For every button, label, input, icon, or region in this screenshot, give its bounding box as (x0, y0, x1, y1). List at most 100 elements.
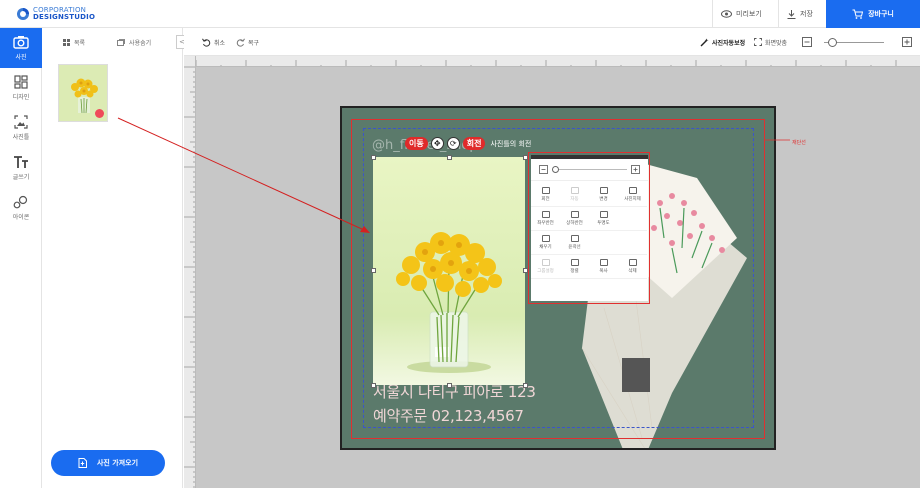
top-bar: CORPORATION DESIGNSTUDIO 미리보기 저장 장바구니 (0, 0, 920, 28)
redo-button[interactable]: 복구 (236, 28, 259, 56)
import-label: 사진 가져오기 (96, 459, 139, 467)
zoom-out-button[interactable] (802, 28, 812, 56)
auto-correct-label: 사진자동보정 (712, 39, 746, 47)
used-badge (95, 109, 104, 118)
list-view-button[interactable]: 목록 (63, 38, 85, 47)
menu-empty-slot (618, 207, 647, 231)
trash-icon (628, 259, 637, 266)
menu-change[interactable]: 변경 (589, 183, 618, 207)
rotate-icon[interactable]: ⟳ (446, 137, 460, 150)
cart-button[interactable]: 장바구니 (826, 0, 920, 28)
menu-copy[interactable]: 복사 (589, 255, 618, 279)
undo-icon (202, 38, 211, 47)
rail-item-photo[interactable]: 사진 (0, 28, 42, 68)
rotate-button[interactable]: 회전 (462, 137, 486, 150)
left-rail: 사진 디자인 사진틀 글쓰기 아이콘 (0, 28, 42, 488)
zoom-in-button[interactable] (902, 28, 912, 56)
zoom-out-icon[interactable] (539, 165, 548, 174)
menu-label: 투명도 (597, 221, 610, 226)
redo-label: 복구 (248, 39, 260, 47)
context-zoom-handle[interactable] (552, 166, 559, 173)
menu-label: 사진지제 (624, 197, 641, 202)
flip-horizontal-icon (541, 211, 550, 218)
photo-thumbnail[interactable] (58, 64, 108, 122)
copy-icon (599, 259, 608, 266)
ruler-horizontal (196, 56, 920, 67)
menu-fill[interactable]: 채우기 (531, 231, 560, 255)
rail-item-design[interactable]: 디자인 (0, 68, 42, 108)
context-zoom-row (531, 159, 648, 181)
canvas-phone-text[interactable]: 예약주문 02,123,4567 (373, 405, 524, 426)
menu-remove-photo[interactable]: 사진지제 (618, 183, 647, 207)
menu-empty-slot (589, 231, 618, 255)
flip-vertical-icon (570, 211, 579, 218)
undo-button[interactable]: 취소 (202, 28, 225, 56)
menu-opacity[interactable]: 투명도 (589, 207, 618, 231)
shapes-icon (13, 195, 28, 209)
ruler-vertical (184, 56, 196, 488)
menu-rotate[interactable]: 회전 (531, 183, 560, 207)
menu-group[interactable]: 그룹설정 (531, 255, 560, 279)
menu-label: 좌우반전 (537, 221, 554, 226)
menu-label: 자동 (570, 197, 579, 202)
resize-handle-bottom-right[interactable] (523, 383, 528, 388)
cart-icon (852, 9, 864, 19)
menu-label: 윤곽선 (568, 245, 581, 250)
layout-icon (14, 75, 28, 89)
save-button[interactable]: 저장 (778, 0, 821, 28)
rail-item-icons[interactable]: 아이콘 (0, 188, 42, 228)
resize-handle-bottom[interactable] (447, 383, 452, 388)
menu-delete[interactable]: 삭제 (618, 255, 647, 279)
logo[interactable]: CORPORATION DESIGNSTUDIO (16, 7, 95, 21)
ruler-ticks (184, 66, 195, 488)
rail-item-text[interactable]: 글쓰기 (0, 148, 42, 188)
hide-used-button[interactable]: 사용숨기 (117, 38, 151, 47)
selected-photo[interactable] (373, 157, 525, 385)
fit-screen-button[interactable]: 화면맞춤 (754, 28, 787, 56)
download-icon (787, 9, 796, 19)
ruler-ticks (196, 60, 897, 66)
image-remove-icon (628, 187, 637, 194)
save-label: 저장 (800, 10, 813, 18)
menu-label: 정렬 (570, 269, 579, 274)
menu-outline[interactable]: 윤곽선 (560, 231, 589, 255)
move-arrows-icon[interactable]: ✥ (430, 137, 444, 150)
move-button[interactable]: 이동 (405, 137, 428, 150)
import-photo-button[interactable]: 사진 가져오기 (51, 450, 165, 476)
menu-align[interactable]: 정렬 (560, 255, 589, 279)
menu-label: 채우기 (539, 245, 552, 250)
preview-button[interactable]: 미리보기 (712, 0, 770, 28)
auto-icon (570, 187, 579, 194)
rotate-icon (541, 187, 550, 194)
auto-correct-button[interactable]: 사진자동보정 (700, 28, 745, 56)
resize-handle-bottom-left[interactable] (371, 383, 376, 388)
resize-handle-left[interactable] (371, 268, 376, 273)
resize-handle-top[interactable] (447, 155, 452, 160)
context-zoom-track[interactable] (552, 166, 627, 173)
grid-icon (63, 38, 70, 46)
magic-wand-icon (700, 38, 709, 46)
menu-flip-horizontal[interactable]: 좌우반전 (531, 207, 560, 231)
zoom-in-icon[interactable] (631, 165, 640, 174)
rail-item-frame[interactable]: 사진틀 (0, 108, 42, 148)
list-label: 목록 (74, 39, 86, 47)
zoom-slider-handle[interactable] (828, 38, 837, 47)
undo-label: 취소 (214, 39, 226, 47)
zoom-out-icon (802, 37, 812, 47)
group-icon (541, 259, 550, 266)
text-icon (14, 155, 28, 168)
resize-handle-top-left[interactable] (371, 155, 376, 160)
rail-label: 사진틀 (12, 134, 30, 141)
context-menu-grid: 회전 자동 변경 사진지제 좌우반전 상하반전 투명도 채우기 윤곽선 그룹설정… (531, 181, 648, 279)
menu-flip-vertical[interactable]: 상하반전 (560, 207, 589, 231)
menu-auto[interactable]: 자동 (560, 183, 589, 207)
menu-label: 변경 (599, 197, 608, 202)
context-menu: 회전 자동 변경 사진지제 좌우반전 상하반전 투명도 채우기 윤곽선 그룹설정… (531, 155, 648, 301)
menu-label: 회전 (541, 197, 550, 202)
fit-screen-icon (754, 38, 762, 46)
trim-line-label: 재단선 (792, 140, 806, 146)
photo-panel: 목록 사용숨기 < 사진 가져오기 (43, 28, 188, 488)
photo-control-bar: 이동 ✥ ⟳ 회전 사진틀의 회전 (405, 137, 531, 150)
preview-label: 미리보기 (736, 10, 762, 18)
opacity-icon (599, 211, 608, 218)
